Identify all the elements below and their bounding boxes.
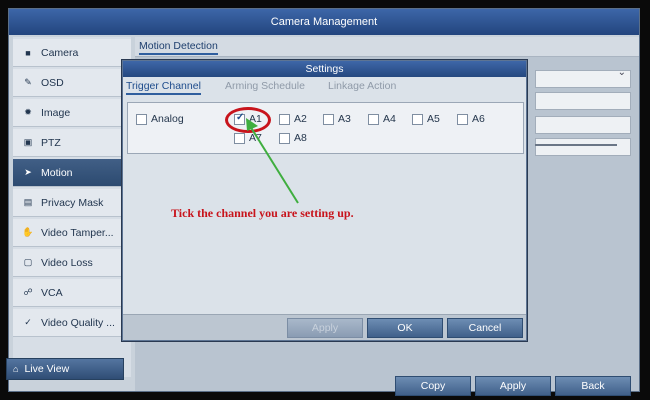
annotation-arrow [246, 118, 299, 204]
arrow-shaft [249, 125, 299, 204]
